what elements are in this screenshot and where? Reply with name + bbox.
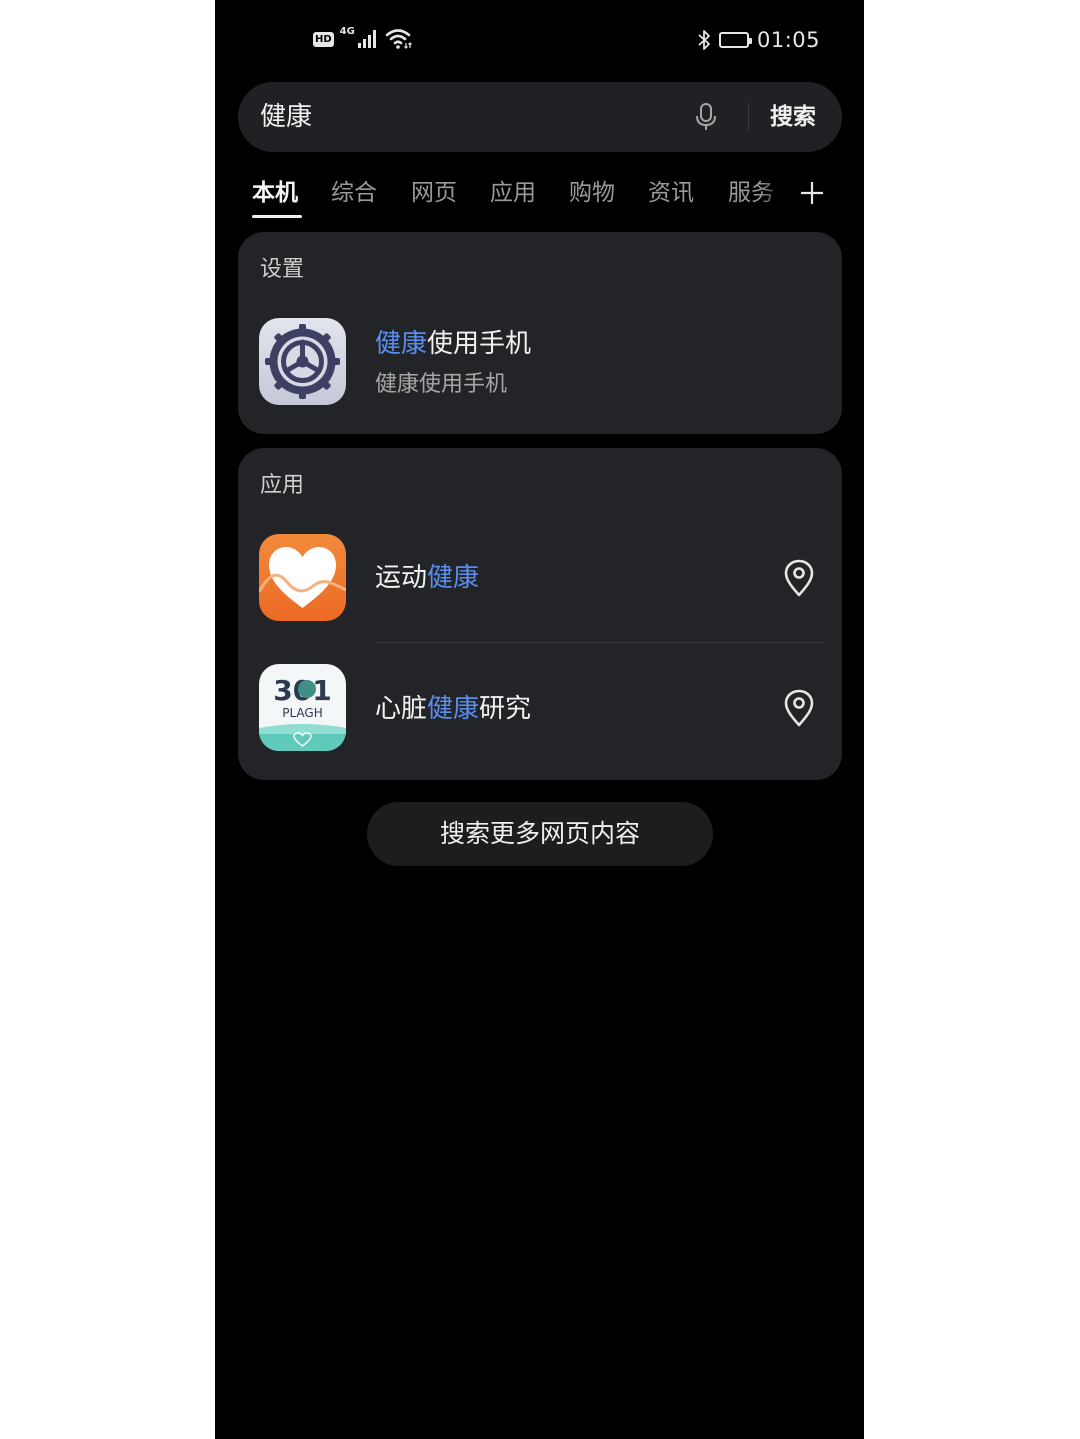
app-name-highlight: 健康: [427, 694, 480, 724]
status-bar: HD 4G 61 01:05: [215, 0, 864, 80]
bluetooth-icon: [698, 30, 710, 50]
tab-general[interactable]: 综合: [331, 176, 377, 210]
battery-icon: 61: [718, 32, 752, 48]
network-type: 4G: [339, 25, 355, 37]
wifi-icon: [385, 29, 412, 49]
app-name-highlight: 健康: [427, 563, 480, 593]
row-divider: [375, 642, 822, 643]
result-title: 健康使用手机: [375, 326, 531, 362]
tab-shopping[interactable]: 购物: [569, 176, 615, 210]
status-right: 61 01:05: [697, 28, 820, 52]
location-pin-icon[interactable]: [782, 688, 816, 728]
hd-badge: HD: [313, 31, 334, 47]
logo-letters: PLAGH: [282, 706, 323, 720]
heart-study-icon: 301 PLAGH: [259, 664, 346, 751]
search-divider: [748, 103, 749, 131]
tab-web[interactable]: 网页: [411, 176, 457, 210]
search-button[interactable]: 搜索: [770, 98, 816, 136]
location-pin-icon[interactable]: [782, 558, 816, 598]
battery-percent: 61: [727, 34, 741, 45]
app-name-suffix: 研究: [479, 694, 532, 724]
result-subtitle: 健康使用手机: [375, 372, 508, 397]
active-tab-indicator: [252, 215, 302, 218]
search-input[interactable]: 健康: [260, 98, 312, 136]
app-name-prefix: 运动: [375, 563, 428, 593]
app-name: 心脏健康研究: [375, 691, 531, 727]
tab-news[interactable]: 资讯: [648, 176, 694, 210]
phone-screen: HD 4G 61 01:05 健康 搜索 本机 综合 网页 应用 购物 资讯 服…: [215, 0, 864, 1439]
signal-icon: [357, 30, 376, 48]
settings-section: 设置 健康使用手机 健康使用手机: [238, 232, 842, 434]
search-bar[interactable]: 健康 搜索: [238, 82, 842, 152]
category-tabs: 本机 综合 网页 应用 购物 资讯 服务: [215, 170, 864, 220]
microphone-icon[interactable]: [690, 101, 722, 133]
add-tab-icon[interactable]: [798, 176, 826, 210]
app-name-prefix: 心脏: [375, 694, 428, 724]
section-title: 应用: [260, 473, 305, 498]
huawei-health-icon: [259, 534, 346, 621]
app-name: 运动健康: [375, 560, 479, 596]
title-rest: 使用手机: [427, 329, 532, 359]
settings-gear-icon: [259, 318, 346, 405]
tab-fade: [760, 170, 790, 220]
status-left: HD 4G: [313, 25, 413, 50]
search-more-web-button[interactable]: 搜索更多网页内容: [367, 802, 713, 866]
status-clock: 01:05: [756, 28, 820, 52]
apps-section: 应用 运动健康 301: [238, 448, 842, 780]
tab-local[interactable]: 本机: [252, 176, 298, 210]
section-title: 设置: [260, 257, 305, 282]
title-highlight: 健康: [375, 329, 428, 359]
tab-apps[interactable]: 应用: [490, 176, 536, 210]
